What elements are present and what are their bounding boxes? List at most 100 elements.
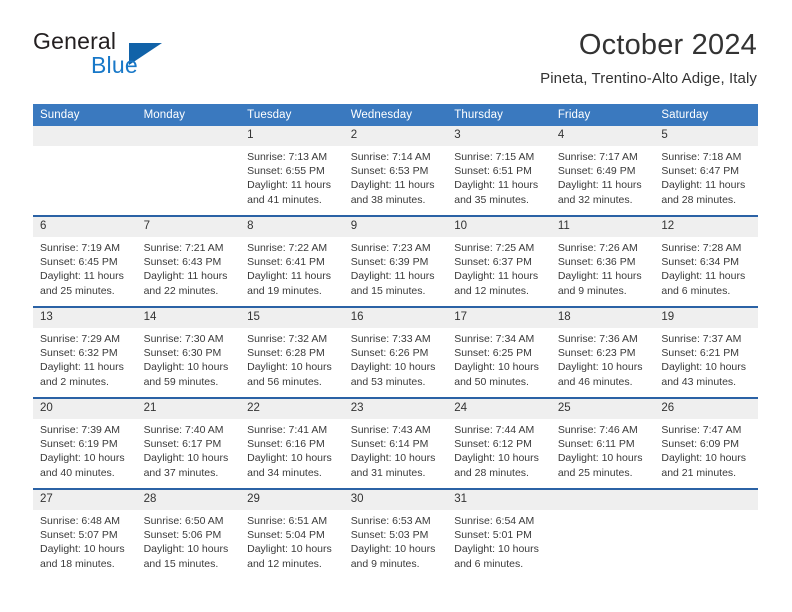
daylight-text: Daylight: 11 hours and 15 minutes. xyxy=(350,270,435,297)
page-header: General Blue October 2024 Pineta, Trenti… xyxy=(33,28,757,92)
day-cell[interactable]: 21 Sunrise: 7:40 AM Sunset: 6:17 PM Dayl… xyxy=(136,397,241,489)
weekday-header-monday: Monday xyxy=(136,104,241,126)
sunset-text: Sunset: 5:03 PM xyxy=(350,529,429,542)
sunrise-text: Sunrise: 7:14 AM xyxy=(350,151,431,163)
day-number: 7 xyxy=(136,217,241,237)
day-cell[interactable]: 6 Sunrise: 7:19 AM Sunset: 6:45 PM Dayli… xyxy=(33,215,137,307)
day-cell[interactable] xyxy=(33,126,137,216)
day-cell[interactable]: 29 Sunrise: 6:51 AM Sunset: 5:04 PM Dayl… xyxy=(240,488,344,579)
day-number: 13 xyxy=(33,308,137,328)
day-number: 28 xyxy=(136,490,241,510)
day-info: Sunrise: 7:22 AM Sunset: 6:41 PM Dayligh… xyxy=(240,237,344,298)
day-cell[interactable] xyxy=(654,488,758,579)
day-info: Sunrise: 6:48 AM Sunset: 5:07 PM Dayligh… xyxy=(33,510,137,571)
day-info: Sunrise: 6:53 AM Sunset: 5:03 PM Dayligh… xyxy=(344,510,448,571)
daylight-text: Daylight: 10 hours and 15 minutes. xyxy=(143,543,229,570)
day-cell[interactable]: 8 Sunrise: 7:22 AM Sunset: 6:41 PM Dayli… xyxy=(240,215,344,307)
sunrise-text: Sunrise: 6:48 AM xyxy=(40,515,120,527)
day-cell[interactable]: 9 Sunrise: 7:23 AM Sunset: 6:39 PM Dayli… xyxy=(343,215,448,307)
day-cell[interactable]: 10 Sunrise: 7:25 AM Sunset: 6:37 PM Dayl… xyxy=(447,215,551,307)
day-info: Sunrise: 7:30 AM Sunset: 6:30 PM Dayligh… xyxy=(137,328,241,389)
sunset-text: Sunset: 6:26 PM xyxy=(350,347,429,360)
sunset-text: Sunset: 6:32 PM xyxy=(40,347,118,360)
day-cell[interactable]: 1 Sunrise: 7:13 AM Sunset: 6:55 PM Dayli… xyxy=(240,126,344,216)
sunset-text: Sunset: 6:17 PM xyxy=(143,438,222,451)
day-info: Sunrise: 6:50 AM Sunset: 5:06 PM Dayligh… xyxy=(137,510,241,571)
sunset-text: Sunset: 6:23 PM xyxy=(557,347,636,360)
day-cell[interactable] xyxy=(550,488,655,579)
sunrise-text: Sunrise: 7:21 AM xyxy=(143,242,224,254)
day-number: 14 xyxy=(136,308,241,328)
day-info: Sunrise: 7:44 AM Sunset: 6:12 PM Dayligh… xyxy=(447,419,551,480)
day-cell[interactable]: 28 Sunrise: 6:50 AM Sunset: 5:06 PM Dayl… xyxy=(136,488,241,579)
sunrise-text: Sunrise: 7:43 AM xyxy=(350,424,431,436)
sunset-text: Sunset: 6:51 PM xyxy=(454,165,532,178)
sunrise-text: Sunrise: 6:54 AM xyxy=(454,515,535,527)
day-number: 5 xyxy=(654,126,758,146)
day-cell[interactable]: 4 Sunrise: 7:17 AM Sunset: 6:49 PM Dayli… xyxy=(550,126,655,216)
day-cell[interactable]: 19 Sunrise: 7:37 AM Sunset: 6:21 PM Dayl… xyxy=(654,306,758,398)
daylight-text: Daylight: 10 hours and 31 minutes. xyxy=(350,452,436,479)
sunset-text: Sunset: 6:34 PM xyxy=(661,256,740,269)
day-cell[interactable]: 13 Sunrise: 7:29 AM Sunset: 6:32 PM Dayl… xyxy=(33,306,137,398)
day-cell[interactable]: 5 Sunrise: 7:18 AM Sunset: 6:47 PM Dayli… xyxy=(654,126,758,216)
sunset-text: Sunset: 6:09 PM xyxy=(661,438,740,451)
sunset-text: Sunset: 6:21 PM xyxy=(661,347,740,360)
day-info: Sunrise: 7:41 AM Sunset: 6:16 PM Dayligh… xyxy=(240,419,344,480)
sunset-text: Sunset: 6:37 PM xyxy=(454,256,532,269)
day-cell[interactable] xyxy=(136,126,241,216)
day-info: Sunrise: 6:54 AM Sunset: 5:01 PM Dayligh… xyxy=(447,510,551,571)
day-number: 30 xyxy=(343,490,448,510)
calendar-week-row: 1 Sunrise: 7:13 AM Sunset: 6:55 PM Dayli… xyxy=(33,126,758,216)
sunset-text: Sunset: 6:30 PM xyxy=(143,347,222,360)
day-info: Sunrise: 7:46 AM Sunset: 6:11 PM Dayligh… xyxy=(551,419,655,480)
day-cell[interactable]: 2 Sunrise: 7:14 AM Sunset: 6:53 PM Dayli… xyxy=(343,126,448,216)
day-cell[interactable]: 22 Sunrise: 7:41 AM Sunset: 6:16 PM Dayl… xyxy=(240,397,344,489)
day-info: Sunrise: 7:25 AM Sunset: 6:37 PM Dayligh… xyxy=(447,237,551,298)
day-info: Sunrise: 7:18 AM Sunset: 6:47 PM Dayligh… xyxy=(654,146,758,207)
day-cell[interactable]: 31 Sunrise: 6:54 AM Sunset: 5:01 PM Dayl… xyxy=(447,488,551,579)
day-cell[interactable]: 27 Sunrise: 6:48 AM Sunset: 5:07 PM Dayl… xyxy=(33,488,137,579)
day-cell[interactable]: 26 Sunrise: 7:47 AM Sunset: 6:09 PM Dayl… xyxy=(654,397,758,489)
day-number: 21 xyxy=(136,399,241,419)
day-cell[interactable]: 3 Sunrise: 7:15 AM Sunset: 6:51 PM Dayli… xyxy=(447,126,551,216)
sunrise-text: Sunrise: 7:34 AM xyxy=(454,333,535,345)
day-info: Sunrise: 7:14 AM Sunset: 6:53 PM Dayligh… xyxy=(344,146,448,207)
weekday-header-thursday: Thursday xyxy=(447,104,551,126)
day-cell[interactable]: 7 Sunrise: 7:21 AM Sunset: 6:43 PM Dayli… xyxy=(136,215,241,307)
day-cell[interactable]: 15 Sunrise: 7:32 AM Sunset: 6:28 PM Dayl… xyxy=(240,306,344,398)
day-cell[interactable]: 25 Sunrise: 7:46 AM Sunset: 6:11 PM Dayl… xyxy=(550,397,655,489)
sunrise-text: Sunrise: 6:51 AM xyxy=(247,515,328,527)
sunset-text: Sunset: 6:55 PM xyxy=(247,165,325,178)
day-cell[interactable]: 23 Sunrise: 7:43 AM Sunset: 6:14 PM Dayl… xyxy=(343,397,448,489)
weekday-header-tuesday: Tuesday xyxy=(240,104,344,126)
sunrise-text: Sunrise: 7:33 AM xyxy=(350,333,431,345)
day-cell[interactable]: 18 Sunrise: 7:36 AM Sunset: 6:23 PM Dayl… xyxy=(550,306,655,398)
daylight-text: Daylight: 10 hours and 56 minutes. xyxy=(247,361,332,388)
day-cell[interactable]: 12 Sunrise: 7:28 AM Sunset: 6:34 PM Dayl… xyxy=(654,215,758,307)
day-number xyxy=(136,126,241,146)
daylight-text: Daylight: 10 hours and 40 minutes. xyxy=(40,452,125,479)
day-cell[interactable]: 16 Sunrise: 7:33 AM Sunset: 6:26 PM Dayl… xyxy=(343,306,448,398)
day-info: Sunrise: 7:33 AM Sunset: 6:26 PM Dayligh… xyxy=(344,328,448,389)
day-cell[interactable]: 17 Sunrise: 7:34 AM Sunset: 6:25 PM Dayl… xyxy=(447,306,551,398)
day-number: 3 xyxy=(447,126,551,146)
sunrise-text: Sunrise: 7:13 AM xyxy=(247,151,328,163)
logo-secondary-text: Blue xyxy=(91,52,138,78)
sunset-text: Sunset: 6:53 PM xyxy=(350,165,429,178)
day-info: Sunrise: 7:13 AM Sunset: 6:55 PM Dayligh… xyxy=(240,146,344,207)
day-cell[interactable]: 30 Sunrise: 6:53 AM Sunset: 5:03 PM Dayl… xyxy=(343,488,448,579)
day-info: Sunrise: 7:34 AM Sunset: 6:25 PM Dayligh… xyxy=(447,328,551,389)
day-info: Sunrise: 7:28 AM Sunset: 6:34 PM Dayligh… xyxy=(654,237,758,298)
day-number: 31 xyxy=(447,490,551,510)
page-subtitle: Pineta, Trentino-Alto Adige, Italy xyxy=(540,70,757,87)
day-info xyxy=(551,510,655,514)
day-number: 18 xyxy=(550,308,655,328)
day-cell[interactable]: 24 Sunrise: 7:44 AM Sunset: 6:12 PM Dayl… xyxy=(447,397,551,489)
day-info xyxy=(654,510,758,514)
day-cell[interactable]: 14 Sunrise: 7:30 AM Sunset: 6:30 PM Dayl… xyxy=(136,306,241,398)
day-cell[interactable]: 20 Sunrise: 7:39 AM Sunset: 6:19 PM Dayl… xyxy=(33,397,137,489)
day-cell[interactable]: 11 Sunrise: 7:26 AM Sunset: 6:36 PM Dayl… xyxy=(550,215,655,307)
sunset-text: Sunset: 6:36 PM xyxy=(557,256,636,269)
day-number xyxy=(33,126,137,146)
